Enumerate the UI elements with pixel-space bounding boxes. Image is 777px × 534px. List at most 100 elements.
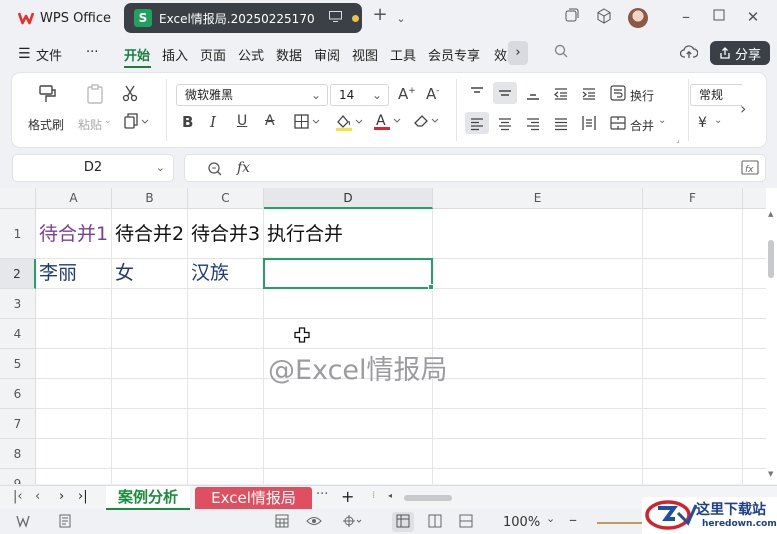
increase-font-icon[interactable]: A+ — [398, 85, 416, 103]
cell-c1[interactable]: 待合并3 — [191, 225, 260, 244]
zoom-out-button[interactable]: – — [569, 510, 577, 529]
border-icon[interactable] — [294, 114, 322, 134]
paste-icon[interactable] — [82, 83, 108, 109]
format-painter-label[interactable]: 格式刷 — [28, 116, 64, 133]
row-header-2[interactable]: 2 — [0, 259, 36, 289]
currency-dropdown-chevron-icon[interactable]: ⌄ — [714, 115, 722, 126]
search-icon[interactable] — [554, 44, 568, 62]
merge-cells-label[interactable]: 合并 — [630, 117, 654, 134]
menu-tab-data[interactable]: 数据 — [276, 45, 302, 64]
row-header-5[interactable]: 5 — [0, 349, 36, 379]
menu-tab-review[interactable]: 审阅 — [314, 45, 340, 64]
cut-icon[interactable] — [120, 84, 140, 106]
font-color-icon[interactable]: A — [372, 112, 402, 135]
row-header-3[interactable]: 3 — [0, 289, 36, 319]
row-header-4[interactable]: 4 — [0, 319, 36, 349]
italic-icon[interactable]: I — [210, 113, 216, 131]
column-header-b[interactable]: B — [112, 188, 188, 209]
zoom-search-icon[interactable] — [207, 161, 223, 180]
cell-b1[interactable]: 待合并2 — [115, 225, 184, 244]
cube-icon[interactable] — [594, 8, 614, 29]
select-all-corner[interactable] — [0, 188, 36, 209]
merge-dropdown-chevron-icon[interactable]: ⌄ — [658, 115, 666, 126]
next-sheet-icon[interactable]: › — [59, 489, 64, 504]
share-button[interactable]: 分享 — [710, 41, 770, 65]
column-header-a[interactable]: A — [36, 188, 112, 209]
wrap-text-label[interactable]: 换行 — [630, 87, 654, 104]
sheet-tab-excel-intel[interactable]: Excel情报局 — [195, 487, 312, 509]
prev-sheet-icon[interactable]: ‹ — [35, 489, 40, 504]
column-header-d[interactable]: D — [264, 188, 433, 209]
ribbon-scroll-right-icon[interactable]: › — [740, 99, 746, 118]
cell-d1[interactable]: 执行合并 — [267, 225, 343, 244]
format-painter-icon[interactable] — [34, 83, 60, 109]
fill-color-icon[interactable] — [334, 113, 364, 135]
align-right-icon[interactable] — [525, 116, 541, 135]
font-name-select[interactable]: 微软雅黑 ⌄ — [176, 84, 328, 106]
align-center-icon[interactable] — [497, 116, 513, 135]
eye-protection-icon[interactable] — [306, 514, 322, 532]
first-sheet-icon[interactable]: |‹ — [13, 489, 23, 504]
document-tab[interactable]: S Excel情报局.20250225170 — [124, 3, 362, 33]
row-header-7[interactable]: 7 — [0, 409, 36, 439]
sheet-tab-case-analysis[interactable]: 案例分析 — [106, 486, 190, 510]
menu-scroll-right-icon[interactable]: › — [508, 41, 528, 65]
copy-icon[interactable] — [122, 113, 152, 133]
decrease-indent-icon[interactable] — [553, 86, 569, 105]
column-header-g[interactable] — [743, 188, 766, 209]
dialog-launcher-icon[interactable]: ⌟ — [676, 135, 680, 144]
distribute-icon[interactable] — [581, 115, 597, 135]
scroll-down-icon[interactable]: ▼ — [768, 470, 773, 478]
strikethrough-icon[interactable]: A — [265, 113, 275, 129]
menu-tab-formula[interactable]: 公式 — [238, 45, 264, 64]
name-box[interactable]: D2 ⌄ — [12, 154, 174, 182]
hamburger-icon[interactable]: ☰ — [18, 46, 31, 62]
document-icon[interactable] — [58, 514, 72, 532]
restore-windows-icon[interactable] — [562, 8, 582, 27]
vertical-scroll-thumb[interactable] — [768, 240, 774, 278]
macro-icon[interactable] — [16, 514, 30, 532]
formula-input[interactable]: fx fx — [184, 154, 766, 182]
user-avatar[interactable] — [628, 8, 648, 28]
zoom-level[interactable]: 100% — [503, 515, 540, 530]
zoom-dropdown-chevron-icon[interactable]: ⌄ — [546, 512, 555, 525]
spreadsheet-grid[interactable]: A B C D E F 1 2 3 4 5 6 7 8 9 待合并1 待合并2 … — [0, 188, 766, 484]
minimize-icon[interactable]: – — [676, 8, 696, 26]
bold-icon[interactable]: B — [182, 113, 193, 131]
maximize-icon[interactable] — [709, 8, 729, 26]
page-break-icon[interactable] — [459, 514, 473, 532]
new-tab-button[interactable]: + — [370, 6, 390, 24]
eraser-icon[interactable] — [412, 113, 442, 133]
paste-dropdown-chevron-icon[interactable]: ⌄ — [104, 116, 112, 126]
close-icon[interactable]: ✕ — [743, 8, 763, 26]
menu-tab-home[interactable]: 开始 — [124, 45, 150, 64]
last-sheet-icon[interactable]: ›| — [78, 489, 88, 504]
paste-label[interactable]: 粘贴 — [78, 116, 102, 133]
column-header-f[interactable]: F — [643, 188, 743, 209]
column-header-e[interactable]: E — [433, 188, 643, 209]
menu-tab-page[interactable]: 页面 — [200, 45, 226, 64]
calculator-icon[interactable] — [275, 514, 289, 532]
row-header-8[interactable]: 8 — [0, 439, 36, 469]
menu-tab-view[interactable]: 视图 — [352, 45, 378, 64]
row-header-9[interactable]: 9 — [0, 469, 36, 484]
menu-tab-member[interactable]: 会员专享 — [428, 45, 480, 64]
cloud-upload-icon[interactable] — [679, 44, 699, 64]
justify-icon[interactable] — [553, 116, 569, 135]
tab-list-chevron-icon[interactable]: ⌄ — [391, 10, 411, 28]
menu-tab-insert[interactable]: 插入 — [162, 45, 188, 64]
merge-cells-icon[interactable] — [610, 115, 626, 135]
column-header-c[interactable]: C — [188, 188, 264, 209]
underline-icon[interactable]: U — [237, 113, 247, 129]
menu-more[interactable]: ··· — [86, 45, 98, 60]
currency-icon[interactable]: ¥ — [698, 115, 707, 131]
font-size-select[interactable]: 14 ⌄ — [330, 84, 389, 106]
menu-file[interactable]: 文件 — [36, 45, 62, 64]
add-sheet-button[interactable]: + — [341, 487, 354, 506]
vertical-scrollbar[interactable]: ▲ ▼ — [766, 188, 777, 484]
decrease-font-icon[interactable]: A- — [426, 85, 440, 103]
menu-tab-tools[interactable]: 工具 — [390, 45, 416, 64]
tab-splitter-icon[interactable]: ⁞ — [372, 490, 375, 501]
wps-home-tab[interactable]: WPS Office — [6, 4, 118, 32]
expand-formula-icon[interactable]: fx — [741, 160, 759, 179]
